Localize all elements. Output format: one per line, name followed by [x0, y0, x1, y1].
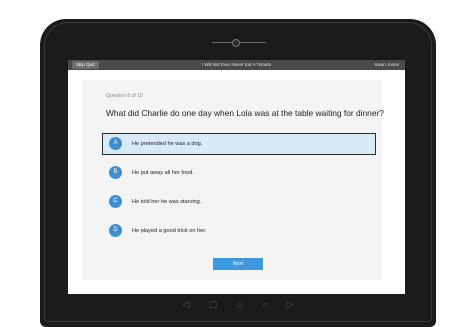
quiz-panel: Question 8 of 10 What did Charlie do one…	[82, 80, 384, 280]
answer-option-c[interactable]: C He told her he was starving.	[102, 191, 376, 213]
camera-icon	[232, 39, 240, 47]
recent-apps-icon[interactable]: ▢	[207, 298, 219, 310]
tablet-screen: I Will Not Ever Never Eat A Tomato Skip …	[68, 60, 405, 294]
next-button[interactable]: Next	[213, 258, 263, 270]
home-icon[interactable]: ⌂	[234, 298, 246, 310]
answer-option-a[interactable]: A He pretended he was a dog.	[102, 133, 376, 155]
user-name: Swan Jones	[374, 62, 399, 67]
answer-text: He pretended he was a dog.	[132, 141, 203, 147]
book-title: I Will Not Ever Never Eat A Tomato	[201, 62, 272, 67]
answer-letter-badge: B	[109, 166, 122, 179]
back-icon[interactable]: ◁	[180, 298, 192, 310]
question-counter: Question 8 of 10	[106, 93, 143, 99]
answer-letter-badge: C	[109, 195, 122, 208]
answer-option-b[interactable]: B He put away all her food.	[102, 162, 376, 184]
top-bar: I Will Not Ever Never Eat A Tomato Skip …	[68, 60, 405, 70]
tablet-nav-bar: ◁ ▢ ⌂ ⌕ ▷	[180, 298, 300, 312]
question-text: What did Charlie do one day when Lola wa…	[106, 108, 384, 118]
forward-icon[interactable]: ▷	[284, 298, 296, 310]
skip-quiz-button[interactable]: Skip Quiz	[72, 61, 100, 69]
answer-letter-badge: D	[109, 224, 122, 237]
answer-option-d[interactable]: D He played a good trick on her.	[102, 220, 376, 242]
answer-letter-badge: A	[109, 137, 122, 150]
answer-text: He put away all her food.	[132, 170, 194, 176]
search-icon[interactable]: ⌕	[259, 298, 271, 310]
answer-text: He played a good trick on her.	[132, 228, 207, 234]
answer-text: He told her he was starving.	[132, 199, 202, 205]
